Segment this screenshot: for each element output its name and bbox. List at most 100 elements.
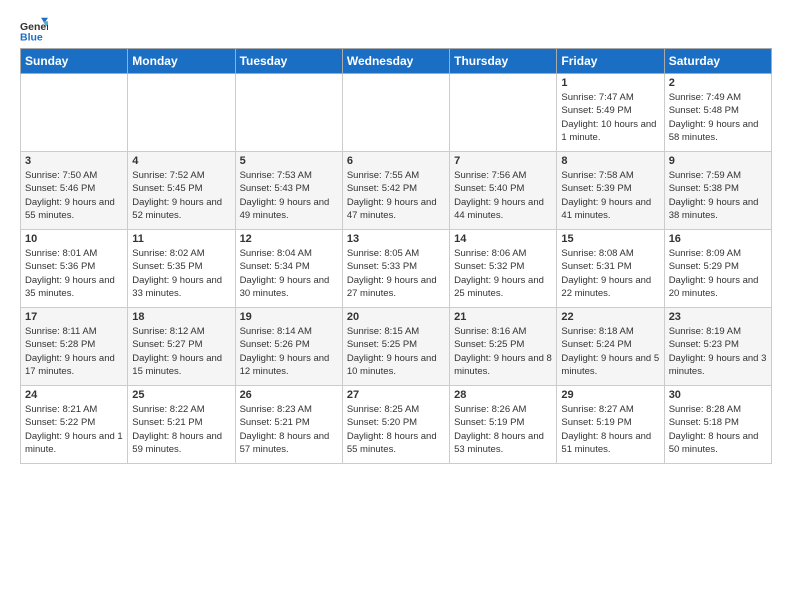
day-number: 27 — [347, 389, 445, 401]
calendar-cell — [235, 74, 342, 152]
day-number: 19 — [240, 311, 338, 323]
day-info: Sunrise: 8:06 AM Sunset: 5:32 PM Dayligh… — [454, 247, 552, 300]
calendar-cell: 25 Sunrise: 8:22 AM Sunset: 5:21 PM Dayli… — [128, 386, 235, 464]
calendar-cell: 3Sunrise: 7:50 AM Sunset: 5:46 PM Daylig… — [21, 152, 128, 230]
calendar-cell: 28 Sunrise: 8:26 AM Sunset: 5:19 PM Dayli… — [450, 386, 557, 464]
day-info: Sunrise: 8:16 AM Sunset: 5:25 PM Dayligh… — [454, 325, 552, 378]
header: General Blue — [20, 16, 772, 44]
calendar-cell: 22Sunrise: 8:18 AM Sunset: 5:24 PM Dayli… — [557, 308, 664, 386]
day-info: Sunrise: 8:15 AM Sunset: 5:25 PM Dayligh… — [347, 325, 445, 378]
calendar-week-row: 3Sunrise: 7:50 AM Sunset: 5:46 PM Daylig… — [21, 152, 772, 230]
day-info: Sunrise: 8:21 AM Sunset: 5:22 PM Dayligh… — [25, 403, 123, 456]
calendar-week-row: 24Sunrise: 8:21 AM Sunset: 5:22 PM Dayli… — [21, 386, 772, 464]
day-number: 25 — [132, 389, 230, 401]
day-number: 18 — [132, 311, 230, 323]
day-number: 23 — [669, 311, 767, 323]
day-info: Sunrise: 8:26 AM Sunset: 5:19 PM Dayligh… — [454, 403, 552, 456]
day-info: Sunrise: 8:08 AM Sunset: 5:31 PM Dayligh… — [561, 247, 659, 300]
calendar-cell: 20 Sunrise: 8:15 AM Sunset: 5:25 PM Dayli… — [342, 308, 449, 386]
day-info: Sunrise: 7:59 AM Sunset: 5:38 PM Dayligh… — [669, 169, 767, 222]
calendar-cell: 19 Sunrise: 8:14 AM Sunset: 5:26 PM Dayli… — [235, 308, 342, 386]
svg-text:Blue: Blue — [20, 32, 43, 44]
calendar-week-row: 17 Sunrise: 8:11 AM Sunset: 5:28 PM Dayli… — [21, 308, 772, 386]
day-info: Sunrise: 7:50 AM Sunset: 5:46 PM Dayligh… — [25, 169, 123, 222]
col-header-tuesday: Tuesday — [235, 49, 342, 74]
calendar-cell: 11 Sunrise: 8:02 AM Sunset: 5:35 PM Dayli… — [128, 230, 235, 308]
calendar-cell: 16 Sunrise: 8:09 AM Sunset: 5:29 PM Dayli… — [664, 230, 771, 308]
day-info: Sunrise: 8:14 AM Sunset: 5:26 PM Dayligh… — [240, 325, 338, 378]
calendar-cell: 21 Sunrise: 8:16 AM Sunset: 5:25 PM Dayli… — [450, 308, 557, 386]
calendar-cell: 10 Sunrise: 8:01 AM Sunset: 5:36 PM Dayli… — [21, 230, 128, 308]
calendar-header-row: SundayMondayTuesdayWednesdayThursdayFrid… — [21, 49, 772, 74]
day-number: 30 — [669, 389, 767, 401]
calendar-cell: 29Sunrise: 8:27 AM Sunset: 5:19 PM Dayli… — [557, 386, 664, 464]
calendar-table: SundayMondayTuesdayWednesdayThursdayFrid… — [20, 48, 772, 464]
calendar-cell: 14 Sunrise: 8:06 AM Sunset: 5:32 PM Dayli… — [450, 230, 557, 308]
col-header-thursday: Thursday — [450, 49, 557, 74]
day-number: 6 — [347, 155, 445, 167]
day-number: 21 — [454, 311, 552, 323]
day-number: 16 — [669, 233, 767, 245]
day-number: 29 — [561, 389, 659, 401]
day-number: 2 — [669, 77, 767, 89]
day-info: Sunrise: 8:11 AM Sunset: 5:28 PM Dayligh… — [25, 325, 123, 378]
col-header-monday: Monday — [128, 49, 235, 74]
day-number: 4 — [132, 155, 230, 167]
calendar-cell — [342, 74, 449, 152]
day-number: 20 — [347, 311, 445, 323]
day-info: Sunrise: 8:02 AM Sunset: 5:35 PM Dayligh… — [132, 247, 230, 300]
calendar-cell: 9Sunrise: 7:59 AM Sunset: 5:38 PM Daylig… — [664, 152, 771, 230]
calendar-cell: 18Sunrise: 8:12 AM Sunset: 5:27 PM Dayli… — [128, 308, 235, 386]
logo: General Blue — [20, 16, 52, 44]
day-number: 15 — [561, 233, 659, 245]
calendar-cell: 13 Sunrise: 8:05 AM Sunset: 5:33 PM Dayli… — [342, 230, 449, 308]
day-number: 28 — [454, 389, 552, 401]
day-number: 1 — [561, 77, 659, 89]
day-info: Sunrise: 8:28 AM Sunset: 5:18 PM Dayligh… — [669, 403, 767, 456]
calendar-cell: 24Sunrise: 8:21 AM Sunset: 5:22 PM Dayli… — [21, 386, 128, 464]
day-info: Sunrise: 8:25 AM Sunset: 5:20 PM Dayligh… — [347, 403, 445, 456]
day-info: Sunrise: 7:55 AM Sunset: 5:42 PM Dayligh… — [347, 169, 445, 222]
day-number: 5 — [240, 155, 338, 167]
col-header-saturday: Saturday — [664, 49, 771, 74]
col-header-wednesday: Wednesday — [342, 49, 449, 74]
day-info: Sunrise: 8:19 AM Sunset: 5:23 PM Dayligh… — [669, 325, 767, 378]
day-info: Sunrise: 8:22 AM Sunset: 5:21 PM Dayligh… — [132, 403, 230, 456]
col-header-sunday: Sunday — [21, 49, 128, 74]
day-info: Sunrise: 8:23 AM Sunset: 5:21 PM Dayligh… — [240, 403, 338, 456]
day-info: Sunrise: 8:01 AM Sunset: 5:36 PM Dayligh… — [25, 247, 123, 300]
day-number: 14 — [454, 233, 552, 245]
day-info: Sunrise: 8:09 AM Sunset: 5:29 PM Dayligh… — [669, 247, 767, 300]
day-number: 22 — [561, 311, 659, 323]
calendar-cell: 6 Sunrise: 7:55 AM Sunset: 5:42 PM Daylig… — [342, 152, 449, 230]
calendar-cell — [128, 74, 235, 152]
day-number: 17 — [25, 311, 123, 323]
calendar-cell: 12Sunrise: 8:04 AM Sunset: 5:34 PM Dayli… — [235, 230, 342, 308]
day-number: 13 — [347, 233, 445, 245]
calendar-week-row: 10 Sunrise: 8:01 AM Sunset: 5:36 PM Dayli… — [21, 230, 772, 308]
calendar-cell: 26Sunrise: 8:23 AM Sunset: 5:21 PM Dayli… — [235, 386, 342, 464]
day-info: Sunrise: 7:49 AM Sunset: 5:48 PM Dayligh… — [669, 91, 767, 144]
day-number: 7 — [454, 155, 552, 167]
day-info: Sunrise: 7:52 AM Sunset: 5:45 PM Dayligh… — [132, 169, 230, 222]
calendar-cell: 5 Sunrise: 7:53 AM Sunset: 5:43 PM Daylig… — [235, 152, 342, 230]
calendar-cell: 23 Sunrise: 8:19 AM Sunset: 5:23 PM Dayli… — [664, 308, 771, 386]
page-container: General Blue SundayMondayTuesdayWednesda… — [0, 0, 792, 474]
day-number: 10 — [25, 233, 123, 245]
logo-icon: General Blue — [20, 16, 48, 44]
calendar-cell: 8Sunrise: 7:58 AM Sunset: 5:39 PM Daylig… — [557, 152, 664, 230]
day-number: 11 — [132, 233, 230, 245]
calendar-cell: 17 Sunrise: 8:11 AM Sunset: 5:28 PM Dayli… — [21, 308, 128, 386]
day-info: Sunrise: 8:05 AM Sunset: 5:33 PM Dayligh… — [347, 247, 445, 300]
calendar-cell — [21, 74, 128, 152]
calendar-cell: 1 Sunrise: 7:47 AM Sunset: 5:49 PM Daylig… — [557, 74, 664, 152]
calendar-week-row: 1 Sunrise: 7:47 AM Sunset: 5:49 PM Daylig… — [21, 74, 772, 152]
day-info: Sunrise: 7:53 AM Sunset: 5:43 PM Dayligh… — [240, 169, 338, 222]
calendar-cell: 30 Sunrise: 8:28 AM Sunset: 5:18 PM Dayli… — [664, 386, 771, 464]
calendar-cell: 15 Sunrise: 8:08 AM Sunset: 5:31 PM Dayli… — [557, 230, 664, 308]
day-info: Sunrise: 7:47 AM Sunset: 5:49 PM Dayligh… — [561, 91, 659, 144]
day-info: Sunrise: 7:56 AM Sunset: 5:40 PM Dayligh… — [454, 169, 552, 222]
col-header-friday: Friday — [557, 49, 664, 74]
day-info: Sunrise: 7:58 AM Sunset: 5:39 PM Dayligh… — [561, 169, 659, 222]
calendar-cell: 7 Sunrise: 7:56 AM Sunset: 5:40 PM Daylig… — [450, 152, 557, 230]
